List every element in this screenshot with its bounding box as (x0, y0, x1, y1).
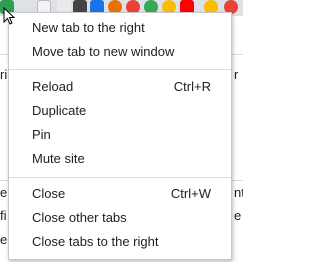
menu-item-label: Duplicate (32, 103, 87, 118)
menu-item-close-other-tabs[interactable]: Close other tabs (9, 206, 231, 230)
menu-item-move-tab-to-new-window[interactable]: Move tab to new window (9, 40, 231, 64)
menu-item-label: Move tab to new window (32, 44, 175, 59)
menu-item-shortcut: Ctrl+W (170, 186, 211, 201)
menu-item-label: Reload (32, 79, 74, 94)
menu-item-label: Pin (32, 127, 51, 142)
menu-separator (9, 177, 231, 178)
menu-item-label: Close other tabs (32, 210, 127, 225)
menu-item-label: New tab to the right (32, 20, 145, 35)
menu-separator (9, 69, 231, 70)
menu-item-close[interactable]: Close Ctrl+W (9, 182, 231, 206)
menu-item-duplicate[interactable]: Duplicate (9, 99, 231, 123)
menu-item-label: Close tabs to the right (32, 234, 159, 249)
page-text-fragment: e' (0, 185, 8, 200)
menu-item-shortcut: Ctrl+R (173, 79, 211, 94)
page-text-fragment: ri (0, 67, 8, 82)
page-text-fragment: e (234, 208, 242, 223)
menu-item-pin[interactable]: Pin (9, 123, 231, 147)
menu-item-close-tabs-to-the-right[interactable]: Close tabs to the right (9, 230, 231, 254)
menu-item-label: Close (32, 186, 66, 201)
page-text-fragment: r (234, 67, 239, 82)
menu-item-label: Mute site (32, 151, 85, 166)
tab-context-menu: New tab to the right Move tab to new win… (8, 12, 232, 260)
mouse-cursor-icon (3, 7, 15, 25)
menu-item-mute-site[interactable]: Mute site (9, 147, 231, 171)
menu-item-reload[interactable]: Reload Ctrl+R (9, 75, 231, 99)
page-text-fragment: e (0, 232, 8, 247)
menu-item-new-tab-to-the-right[interactable]: New tab to the right (9, 16, 231, 40)
page-text-fragment: nt (234, 185, 243, 200)
page-text-fragment: fi (0, 208, 7, 223)
